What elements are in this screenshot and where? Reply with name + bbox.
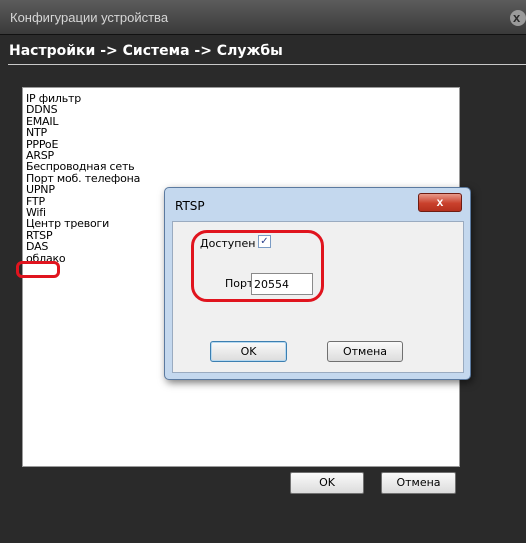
rtsp-highlight-annotation xyxy=(16,261,60,278)
cancel-button[interactable]: Отмена xyxy=(381,472,456,494)
breadcrumb: Настройки -> Система -> Службы xyxy=(9,43,283,59)
device-config-window: Конфигурации устройства x Настройки -> С… xyxy=(0,0,526,543)
ok-button[interactable]: OK xyxy=(290,472,364,494)
service-item-ntp[interactable]: NTP xyxy=(26,127,140,139)
breadcrumb-divider xyxy=(8,64,526,65)
dialog-body: Доступен ✓ Порт 20554 OK Отмена xyxy=(172,221,464,373)
window-close-icon[interactable]: x xyxy=(510,10,526,26)
window-title: Конфигурации устройства xyxy=(10,10,169,25)
port-label: Порт xyxy=(225,277,254,290)
rtsp-dialog: RTSP x Доступен ✓ Порт 20554 OK Отмена xyxy=(164,187,471,380)
window-titlebar: Конфигурации устройства x xyxy=(0,0,526,35)
dialog-title: RTSP xyxy=(175,199,205,213)
dialog-cancel-button[interactable]: Отмена xyxy=(327,341,403,362)
service-list: IP фильтр DDNS EMAIL NTP PPPoE ARSP Бесп… xyxy=(26,93,140,265)
port-input[interactable]: 20554 xyxy=(251,273,313,295)
service-item-upnp[interactable]: UPNP xyxy=(26,184,140,196)
enabled-label: Доступен xyxy=(200,237,256,250)
dialog-ok-button[interactable]: OK xyxy=(210,341,287,362)
service-item-das[interactable]: DAS xyxy=(26,241,140,253)
enabled-checkbox[interactable]: ✓ xyxy=(258,235,271,248)
dialog-close-icon[interactable]: x xyxy=(418,193,462,212)
